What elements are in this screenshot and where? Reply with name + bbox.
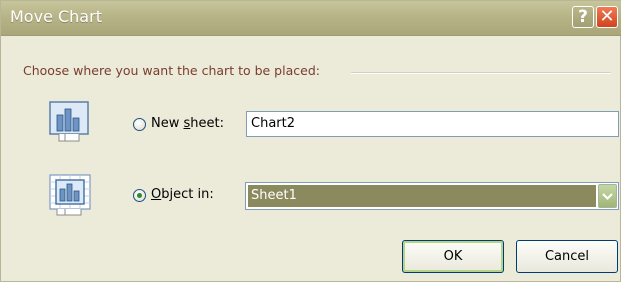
- ok-button[interactable]: OK: [402, 240, 504, 273]
- move-chart-dialog: Move Chart ? ✕ Choose where you want the…: [0, 0, 621, 282]
- section-divider: [351, 72, 611, 74]
- new-sheet-radio[interactable]: [133, 118, 146, 131]
- close-button[interactable]: ✕: [596, 6, 618, 28]
- new-sheet-label[interactable]: New sheet:: [151, 116, 224, 131]
- title-bar[interactable]: Move Chart ? ✕: [1, 1, 621, 36]
- object-in-sheet-select[interactable]: Sheet1: [245, 182, 619, 210]
- object-in-label[interactable]: Object in:: [151, 187, 214, 202]
- new-sheet-name-input[interactable]: Chart2: [246, 111, 619, 137]
- chevron-down-icon: [602, 193, 613, 201]
- dropdown-button[interactable]: [598, 184, 617, 208]
- cancel-button[interactable]: Cancel: [516, 240, 618, 273]
- dialog-title: Move Chart: [10, 7, 102, 26]
- radio-selected-dot: [137, 193, 142, 198]
- chart-embedded-icon: [49, 174, 91, 216]
- section-label: Choose where you want the chart to be pl…: [23, 63, 320, 78]
- help-button[interactable]: ?: [572, 6, 594, 28]
- object-in-radio[interactable]: [133, 189, 146, 202]
- chart-new-sheet-icon: [49, 101, 91, 142]
- selected-sheet-value: Sheet1: [248, 185, 596, 207]
